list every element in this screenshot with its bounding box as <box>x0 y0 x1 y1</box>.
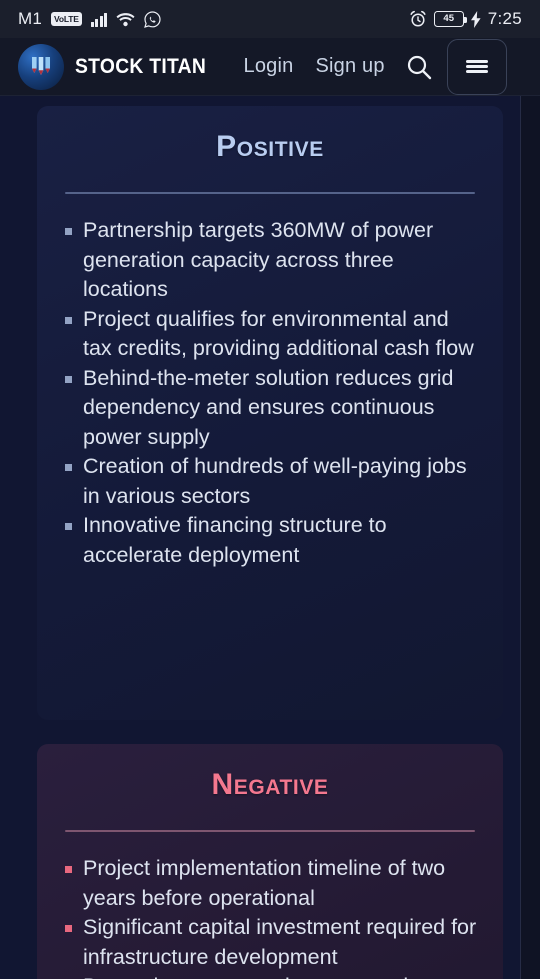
signal-bars-icon <box>90 12 108 27</box>
header-nav: Login Sign up <box>244 55 385 78</box>
list-item: Project qualifies for environmental and … <box>65 305 481 364</box>
search-icon[interactable] <box>405 53 433 81</box>
carrier-name: M1 <box>18 9 43 28</box>
list-item: Significant capital investment required … <box>65 913 481 972</box>
positive-card: Positive Partnership targets 360MW of po… <box>37 106 503 720</box>
negative-card-title: Negative <box>211 768 329 801</box>
clock-time: 7:25 <box>487 9 522 28</box>
positive-card-title: Positive <box>216 130 324 163</box>
signup-link[interactable]: Sign up <box>315 55 384 78</box>
whatsapp-icon <box>144 10 161 28</box>
hamburger-menu-icon[interactable] <box>446 38 507 95</box>
stock-titan-logo-icon <box>18 43 64 90</box>
status-bar-left: M1 VoLTE <box>18 9 161 29</box>
list-item: Creation of hundreds of well-paying jobs… <box>65 452 481 511</box>
list-item: Project implementation timeline of two y… <box>65 854 481 913</box>
negative-bullet-list: Project implementation timeline of two y… <box>37 854 503 979</box>
page-edge-divider <box>520 96 521 979</box>
positive-bullet-list: Partnership targets 360MW of power gener… <box>37 216 503 570</box>
volte-badge: VoLTE <box>51 12 82 26</box>
status-bar-right: 45 7:25 <box>409 9 522 29</box>
page-content: Positive Partnership targets 360MW of po… <box>0 96 540 979</box>
brand-name: STOCK TITAN <box>75 54 207 78</box>
wifi-icon <box>116 12 135 26</box>
login-link[interactable]: Login <box>244 55 294 78</box>
phone-screen: M1 VoLTE 45 7:25 STOCK TITAN Login Sign … <box>0 0 540 979</box>
negative-card: Negative Project implementation timeline… <box>37 744 503 979</box>
battery-indicator: 45 <box>433 11 467 27</box>
positive-card-divider <box>65 192 475 194</box>
charging-bolt-icon <box>470 10 481 28</box>
list-item: Dependency on consistent natural gas and… <box>83 972 481 979</box>
alarm-clock-icon <box>410 10 426 27</box>
list-item: Innovative financing structure to accele… <box>65 511 481 570</box>
brand-home-link[interactable]: STOCK TITAN <box>18 43 218 90</box>
list-item: Partnership targets 360MW of power gener… <box>65 216 481 305</box>
site-header: STOCK TITAN Login Sign up <box>0 38 540 96</box>
negative-card-divider <box>65 830 475 832</box>
status-bar: M1 VoLTE 45 7:25 <box>0 0 540 38</box>
list-item: Behind-the-meter solution reduces grid d… <box>65 364 481 453</box>
battery-percent: 45 <box>443 13 454 25</box>
